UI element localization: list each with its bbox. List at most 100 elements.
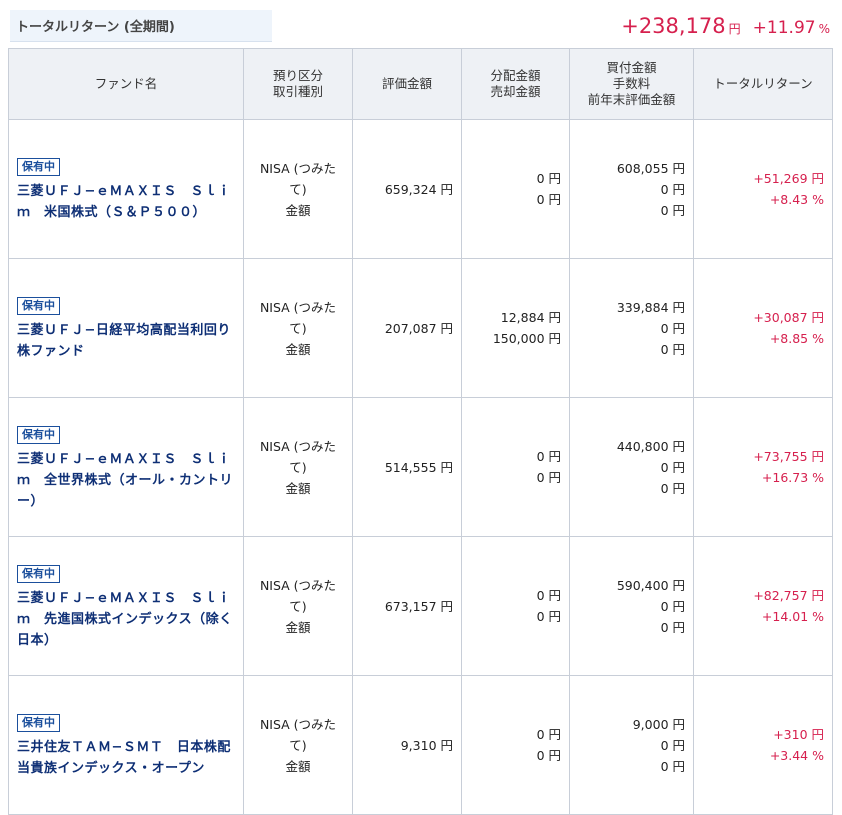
- fee-amount: 0 円: [660, 181, 685, 197]
- distribution-amount: 0 円: [536, 588, 561, 603]
- status-badge: 保有中: [17, 158, 60, 176]
- fund-holdings-table: ファンド名 預り区分 取引種別 評価金額 分配金額 売却金額 買付金額 手数料 …: [8, 48, 833, 815]
- purchase-fee-cell: 590,400 円 0 円 0 円: [569, 536, 694, 676]
- table-row: 保有中 三菱ＵＦＪ−ｅＭＡＸＩＳ Ｓｌｉｍ 米国株式（Ｓ＆Ｐ５００） NISA …: [8, 119, 833, 259]
- purchase-fee-cell: 608,055 円 0 円 0 円: [569, 119, 694, 259]
- return-percent: +14.01 %: [761, 609, 824, 624]
- valuation-cell: 659,324 円: [352, 119, 462, 259]
- account-type-cell: NISA (つみた て) 金額: [243, 536, 353, 676]
- return-amount: +30,087 円: [753, 310, 824, 325]
- sale-amount: 0 円: [536, 748, 561, 763]
- status-badge: 保有中: [17, 297, 60, 315]
- purchase-amount: 608,055 円: [616, 160, 685, 176]
- return-percent: +8.43 %: [769, 192, 824, 207]
- header-total-return: トータルリターン: [693, 48, 833, 120]
- trade-type: 金額: [285, 202, 311, 218]
- valuation-cell: 673,157 円: [352, 536, 462, 676]
- purchase-fee-cell: 339,884 円 0 円 0 円: [569, 258, 694, 398]
- distribution-amount: 12,884 円: [500, 310, 561, 325]
- account-type-cont: て): [289, 320, 307, 336]
- sale-amount: 0 円: [536, 470, 561, 485]
- fund-name-link[interactable]: 三菱ＵＦＪ−ｅＭＡＸＩＳ Ｓｌｉｍ 先進国株式インデックス（除く日本）: [17, 588, 235, 651]
- header-valuation: 評価金額: [352, 48, 462, 120]
- total-return-cell: +51,269 円 +8.43 %: [693, 119, 833, 259]
- fee-amount: 0 円: [660, 737, 685, 753]
- valuation-amount: 207,087 円: [384, 320, 453, 336]
- purchase-fee-cell: 440,800 円 0 円 0 円: [569, 397, 694, 537]
- fund-name-link[interactable]: 三菱ＵＦＪ−ｅＭＡＸＩＳ Ｓｌｉｍ 全世界株式（オール・カントリー）: [17, 449, 235, 512]
- total-return-label-box: トータルリターン (全期間): [10, 10, 272, 42]
- return-amount: +82,757 円: [753, 588, 824, 603]
- total-return-cell: +82,757 円 +14.01 %: [693, 536, 833, 676]
- total-return-cell: +310 円 +3.44 %: [693, 675, 833, 815]
- account-type-cell: NISA (つみた て) 金額: [243, 258, 353, 398]
- prev-year-valuation: 0 円: [660, 619, 685, 635]
- fund-name-cell: 保有中 三菱ＵＦＪ−ｅＭＡＸＩＳ Ｓｌｉｍ 全世界株式（オール・カントリー）: [8, 397, 244, 537]
- trade-type: 金額: [285, 758, 311, 774]
- trade-type: 金額: [285, 480, 311, 496]
- fee-amount: 0 円: [660, 459, 685, 475]
- account-type-cont: て): [289, 598, 307, 614]
- table-row: 保有中 三菱ＵＦＪ−日経平均高配当利回り株ファンド NISA (つみた て) 金…: [8, 258, 833, 398]
- header-fund-name: ファンド名: [8, 48, 244, 120]
- status-badge: 保有中: [17, 564, 60, 583]
- status-badge: 保有中: [17, 425, 60, 444]
- account-type: NISA (つみた: [259, 160, 337, 176]
- header-account-type: 預り区分 取引種別: [243, 48, 353, 120]
- fund-name-link[interactable]: 三菱ＵＦＪ−日経平均高配当利回り株ファンド: [17, 320, 235, 362]
- valuation-cell: 514,555 円: [352, 397, 462, 537]
- valuation-cell: 207,087 円: [352, 258, 462, 398]
- purchase-amount: 9,000 円: [632, 716, 685, 732]
- valuation-amount: 514,555 円: [384, 459, 453, 475]
- total-return-percent-unit: %: [818, 22, 830, 36]
- fund-name-cell: 保有中 三菱ＵＦＪ−ｅＭＡＸＩＳ Ｓｌｉｍ 米国株式（Ｓ＆Ｐ５００）: [8, 119, 244, 259]
- sale-amount: 150,000 円: [492, 331, 561, 346]
- prev-year-valuation: 0 円: [660, 480, 685, 496]
- valuation-amount: 673,157 円: [384, 598, 453, 614]
- prev-year-valuation: 0 円: [660, 758, 685, 774]
- total-return-amount-unit: 円: [728, 22, 741, 36]
- account-type: NISA (つみた: [259, 716, 337, 732]
- status-badge: 保有中: [17, 714, 60, 732]
- account-type: NISA (つみた: [259, 438, 337, 454]
- fee-amount: 0 円: [660, 598, 685, 614]
- return-amount: +310 円: [773, 727, 824, 742]
- account-type-cell: NISA (つみた て) 金額: [243, 397, 353, 537]
- prev-year-valuation: 0 円: [660, 202, 685, 218]
- distribution-sale-cell: 0 円 0 円: [461, 397, 570, 537]
- fund-name-cell: 保有中 三井住友ＴＡＭ−ＳＭＴ 日本株配当貴族インデックス・オープン: [8, 675, 244, 815]
- distribution-amount: 0 円: [536, 449, 561, 464]
- valuation-amount: 9,310 円: [400, 737, 453, 753]
- total-return-cell: +73,755 円 +16.73 %: [693, 397, 833, 537]
- total-return-summary: +238,178 円 +11.97%: [621, 13, 830, 42]
- fund-name-cell: 保有中 三菱ＵＦＪ−日経平均高配当利回り株ファンド: [8, 258, 244, 398]
- distribution-sale-cell: 0 円 0 円: [461, 675, 570, 815]
- return-amount: +51,269 円: [753, 171, 824, 186]
- purchase-amount: 590,400 円: [616, 577, 685, 593]
- fund-name-link[interactable]: 三菱ＵＦＪ−ｅＭＡＸＩＳ Ｓｌｉｍ 米国株式（Ｓ＆Ｐ５００）: [17, 181, 235, 223]
- table-row: 保有中 三井住友ＴＡＭ−ＳＭＴ 日本株配当貴族インデックス・オープン NISA …: [8, 675, 833, 815]
- table-header-row: ファンド名 預り区分 取引種別 評価金額 分配金額 売却金額 買付金額 手数料 …: [8, 48, 833, 120]
- account-type-cell: NISA (つみた て) 金額: [243, 675, 353, 815]
- purchase-amount: 440,800 円: [616, 438, 685, 454]
- return-percent: +3.44 %: [769, 748, 824, 763]
- purchase-fee-cell: 9,000 円 0 円 0 円: [569, 675, 694, 815]
- valuation-cell: 9,310 円: [352, 675, 462, 815]
- fund-name-cell: 保有中 三菱ＵＦＪ−ｅＭＡＸＩＳ Ｓｌｉｍ 先進国株式インデックス（除く日本）: [8, 536, 244, 676]
- distribution-amount: 0 円: [536, 727, 561, 742]
- return-percent: +8.85 %: [769, 331, 824, 346]
- fee-amount: 0 円: [660, 320, 685, 336]
- distribution-sale-cell: 0 円 0 円: [461, 536, 570, 676]
- distribution-sale-cell: 12,884 円 150,000 円: [461, 258, 570, 398]
- return-amount: +73,755 円: [753, 449, 824, 464]
- total-return-amount: +238,178: [621, 14, 726, 38]
- sale-amount: 0 円: [536, 609, 561, 624]
- table-row: 保有中 三菱ＵＦＪ−ｅＭＡＸＩＳ Ｓｌｉｍ 全世界株式（オール・カントリー） N…: [8, 397, 833, 537]
- trade-type: 金額: [285, 341, 311, 357]
- purchase-amount: 339,884 円: [616, 299, 685, 315]
- total-return-cell: +30,087 円 +8.85 %: [693, 258, 833, 398]
- fund-name-link[interactable]: 三井住友ＴＡＭ−ＳＭＴ 日本株配当貴族インデックス・オープン: [17, 737, 235, 779]
- sale-amount: 0 円: [536, 192, 561, 207]
- total-return-label: トータルリターン (全期間): [16, 20, 175, 35]
- return-percent: +16.73 %: [761, 470, 824, 485]
